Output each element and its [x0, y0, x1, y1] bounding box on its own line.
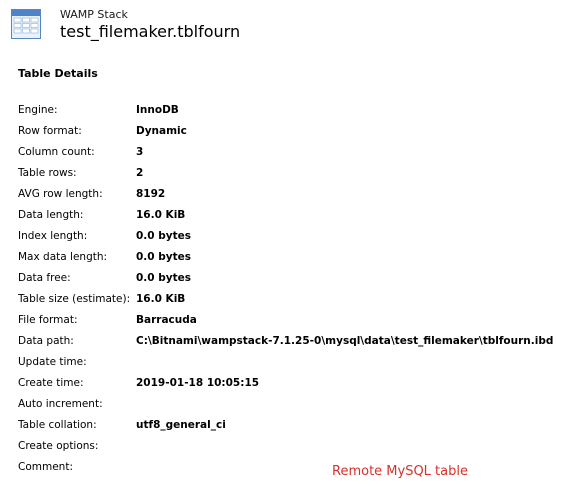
detail-label: Auto increment: [18, 398, 103, 410]
detail-row-auto-increment: Auto increment: [0, 395, 585, 416]
detail-row-data-path: Data path: C:\Bitnami\wampstack-7.1.25-0… [0, 332, 585, 353]
detail-row-table-size: Table size (estimate): 16.0 KiB [0, 290, 585, 311]
detail-row-table-rows: Table rows: 2 [0, 164, 585, 185]
detail-label: Row format: [18, 125, 82, 137]
detail-label: Update time: [18, 356, 87, 368]
page-title: test_filemaker.tblfourn [60, 22, 241, 41]
detail-label: Comment: [18, 461, 73, 473]
detail-value: C:\Bitnami\wampstack-7.1.25-0\mysql\data… [136, 335, 554, 347]
detail-label: Index length: [18, 230, 88, 242]
detail-row-index-length: Index length: 0.0 bytes [0, 227, 585, 248]
detail-row-create-options: Create options: [0, 437, 585, 458]
detail-value: Barracuda [136, 314, 197, 326]
detail-label: AVG row length: [18, 188, 103, 200]
detail-value: InnoDB [136, 104, 179, 116]
detail-label: Data free: [18, 272, 71, 284]
connection-name: WAMP Stack [60, 8, 128, 21]
detail-value: 0.0 bytes [136, 251, 192, 263]
detail-label: Create options: [18, 440, 99, 452]
detail-value: 16.0 KiB [136, 293, 186, 305]
detail-row-column-count: Column count: 3 [0, 143, 585, 164]
detail-row-update-time: Update time: [0, 353, 585, 374]
header: WAMP Stack test_filemaker.tblfourn [0, 0, 585, 50]
detail-row-data-free: Data free: 0.0 bytes [0, 269, 585, 290]
detail-label: Engine: [18, 104, 58, 116]
detail-label: Data path: [18, 335, 74, 347]
detail-value: 0.0 bytes [136, 272, 192, 284]
detail-row-create-time: Create time: 2019-01-18 10:05:15 [0, 374, 585, 395]
detail-label: Column count: [18, 146, 95, 158]
detail-label: Table collation: [18, 419, 97, 431]
detail-label: Table rows: [18, 167, 77, 179]
detail-label: Max data length: [18, 251, 108, 263]
detail-value: utf8_general_ci [136, 419, 226, 431]
detail-value: 2 [136, 167, 144, 179]
table-icon [11, 9, 41, 39]
detail-row-file-format: File format: Barracuda [0, 311, 585, 332]
detail-row-max-data-length: Max data length: 0.0 bytes [0, 248, 585, 269]
detail-value: 3 [136, 146, 144, 158]
detail-label: File format: [18, 314, 78, 326]
detail-value: 8192 [136, 188, 166, 200]
detail-value: 2019-01-18 10:05:15 [136, 377, 260, 389]
remote-mysql-annotation: Remote MySQL table [332, 464, 468, 479]
detail-row-comment: Comment: [0, 458, 585, 479]
detail-row-avg-row-length: AVG row length: 8192 [0, 185, 585, 206]
detail-label: Create time: [18, 377, 84, 389]
detail-row-table-collation: Table collation: utf8_general_ci [0, 416, 585, 437]
detail-label: Data length: [18, 209, 84, 221]
detail-row-row-format: Row format: Dynamic [0, 122, 585, 143]
detail-value: 16.0 KiB [136, 209, 186, 221]
detail-row-data-length: Data length: 16.0 KiB [0, 206, 585, 227]
detail-value: Dynamic [136, 125, 187, 137]
table-details-list: Engine: InnoDB Row format: Dynamic Colum… [0, 101, 585, 479]
section-heading: Table Details [18, 67, 98, 80]
detail-label: Table size (estimate): [18, 293, 131, 305]
detail-row-engine: Engine: InnoDB [0, 101, 585, 122]
detail-value: 0.0 bytes [136, 230, 192, 242]
